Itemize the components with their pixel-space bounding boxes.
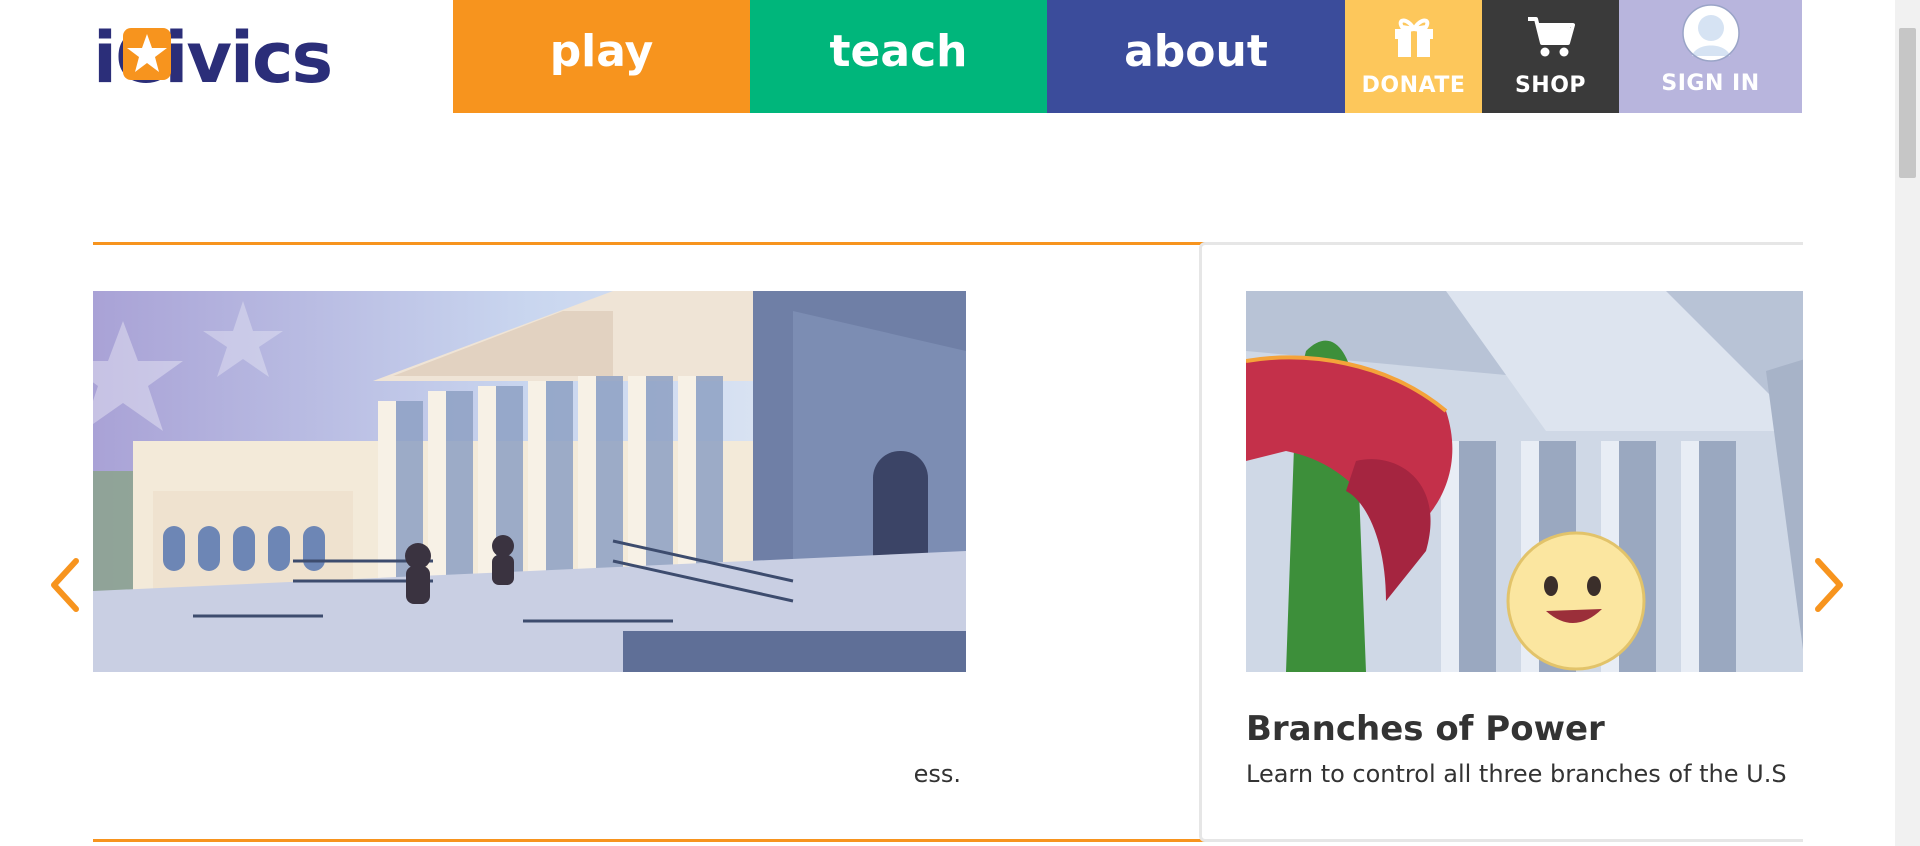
nav-about[interactable]: about (1047, 0, 1345, 113)
user-avatar-icon (1681, 4, 1740, 62)
sign-in-button[interactable]: SIGN IN (1619, 0, 1802, 113)
game-card-image (93, 291, 966, 672)
shop-label: SHOP (1514, 73, 1587, 98)
chevron-right-icon[interactable] (1808, 555, 1848, 615)
game-card-branches-of-power[interactable]: Branches of Power Learn to control all t… (1199, 242, 1803, 842)
nav-play[interactable]: play (453, 0, 750, 113)
scrollbar-thumb[interactable] (1899, 28, 1916, 178)
game-card-title: Branches of Power (1246, 709, 1605, 749)
page-scrollbar[interactable] (1895, 0, 1920, 846)
page: iCivics play teach about DONATE SHOP SIG… (0, 0, 1920, 846)
chevron-left-icon[interactable] (46, 555, 86, 615)
shop-button[interactable]: SHOP (1482, 0, 1619, 113)
game-carousel: ess. Branches of Power Learn to control … (93, 242, 1803, 846)
nav-about-label: about (1124, 25, 1268, 77)
game-card-description: Learn to control all three branches of t… (1246, 760, 1787, 788)
sign-in-label: SIGN IN (1661, 71, 1760, 96)
nav-teach[interactable]: teach (750, 0, 1047, 113)
donate-label: DONATE (1361, 73, 1466, 98)
logo-star-icon (123, 28, 171, 80)
cart-icon (1527, 17, 1575, 57)
nav-teach-label: teach (829, 25, 968, 77)
donate-button[interactable]: DONATE (1345, 0, 1482, 113)
game-card-active[interactable]: ess. (93, 242, 1274, 842)
branches-of-power-illustration (1246, 291, 1803, 672)
nav-play-label: play (549, 25, 654, 77)
icivics-logo[interactable]: iCivics (93, 18, 375, 98)
capitol-illustration (93, 291, 966, 672)
game-card-image (1246, 291, 1803, 672)
game-card-description: ess. (913, 760, 961, 788)
gift-icon (1394, 18, 1433, 57)
